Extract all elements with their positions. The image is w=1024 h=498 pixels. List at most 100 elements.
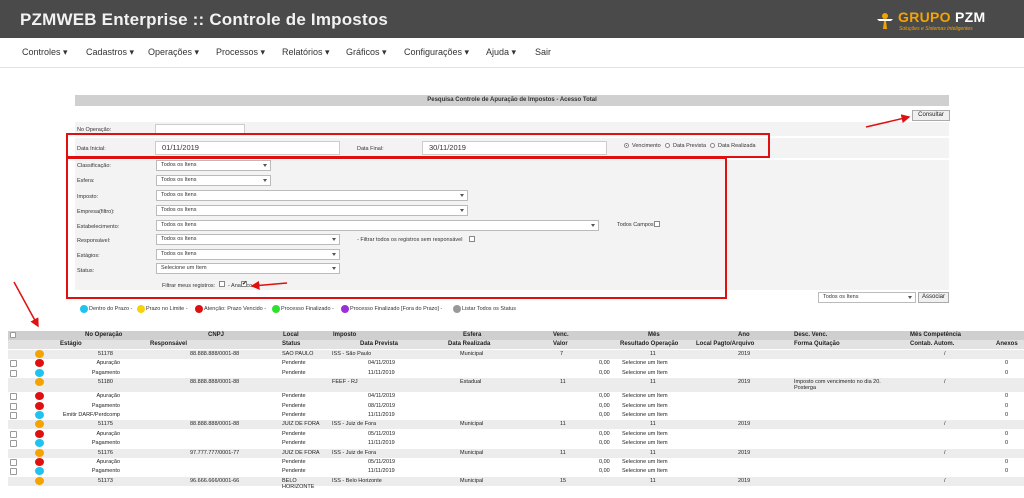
cell-anexos: 0 [1005, 393, 1009, 400]
status-dot [35, 368, 44, 377]
table-row[interactable]: 51176 97.777.777/0001-77 JUIZ DE FORA ISS -… [8, 448, 1024, 458]
expand-icon[interactable] [35, 476, 44, 485]
th-mes-competencia[interactable]: Mês Competência [910, 332, 961, 338]
cell-local: SAO PAULO [282, 351, 314, 357]
cell-resultado: Selecione um Item [622, 402, 668, 409]
th-esfera[interactable]: Esfera [463, 332, 481, 338]
consultar-button[interactable]: Consultar [912, 110, 950, 121]
cell-estagio: Apuração [96, 360, 120, 367]
bottom-select[interactable]: Todos os Itens [818, 292, 916, 303]
table-row[interactable]: Pagamento Pendente 11/11/2019 0,00 Selecione… [8, 439, 1024, 449]
th-imposto[interactable]: Imposto [333, 332, 356, 338]
status-dot [35, 458, 44, 466]
table-header-2: Estágio Responsável Status Data Prevista… [8, 340, 1024, 349]
cell-esfera: Estadual [460, 379, 482, 386]
menu-relatorios[interactable]: Relatórios ▾ [282, 47, 330, 58]
table-row[interactable]: Apuração Pendente 05/11/2019 0,00 Selecione … [8, 429, 1024, 439]
th-contab-autom: Contab. Autom. [910, 341, 955, 347]
menu-ajuda[interactable]: Ajuda ▾ [486, 47, 516, 58]
cell-data-prevista: 11/11/2019 [368, 369, 395, 376]
legend-label[interactable]: Prazo no Limite - [146, 306, 188, 312]
cell-esfera: Municipal [460, 477, 484, 484]
expand-icon[interactable] [35, 420, 44, 429]
menu-operacoes[interactable]: Operações ▾ [148, 47, 199, 58]
cell-status: Pendente [282, 459, 306, 465]
cell-data-prevista: 05/11/2019 [368, 430, 396, 437]
cell-anexos: 0 [1005, 440, 1009, 447]
cell-imposto: ISS - Juiz de Fora [332, 421, 377, 428]
cell-resultado: Selecione um Item [622, 412, 668, 418]
cell-status: Pendente [282, 468, 306, 475]
th-local[interactable]: Local [283, 332, 299, 338]
cell-anexos: 0 [1005, 430, 1009, 437]
table-row[interactable]: Pagamento Pendente 11/11/2019 0,00 Selecione… [8, 467, 1024, 477]
row-checkbox[interactable] [10, 459, 17, 466]
expand-icon[interactable] [35, 350, 44, 358]
cell-status: Pendente [282, 440, 306, 447]
highlight-dates [66, 133, 770, 158]
row-checkbox[interactable] [10, 360, 17, 368]
row-checkbox[interactable] [10, 412, 17, 419]
logo-icon [877, 13, 893, 29]
menu-configuracoes[interactable]: Configurações ▾ [404, 47, 469, 58]
cell-data-prevista: 05/11/2019 [368, 459, 396, 465]
table-row[interactable]: Pagamento Pendente 11/11/2019 0,00 Selecione… [8, 368, 1024, 378]
row-checkbox[interactable] [10, 468, 17, 476]
menu-processos[interactable]: Processos ▾ [216, 47, 265, 58]
cell-status: Pendente [282, 360, 306, 367]
logo-brand: PZM [955, 9, 986, 25]
table-row[interactable]: 51173 96.666.666/0001-66 BELO HORIZONTE ISS… [8, 476, 1024, 490]
table-row[interactable]: Apuração Pendente 05/11/2019 0,00 Selecione … [8, 458, 1024, 467]
row-checkbox[interactable] [10, 402, 17, 410]
cell-no-operacao: 51173 [98, 477, 113, 484]
legend-label[interactable]: Listar Todos os Status [462, 306, 516, 312]
th-no-operacao[interactable]: No Operação [85, 332, 122, 338]
select-all-checkbox[interactable] [10, 332, 16, 338]
menu-controles[interactable]: Controles ▾ [22, 47, 68, 58]
legend-label[interactable]: Atenção: Prazo Vencido - [204, 306, 266, 312]
table-row[interactable]: 51180 88.888.888/0001-88 FEEF - RJ Estadual… [8, 378, 1024, 393]
menu-cadastros[interactable]: Cadastros ▾ [86, 47, 134, 58]
legend-label[interactable]: Processo Finalizado [Fora do Prazo] - [350, 306, 442, 312]
menu-graficos[interactable]: Gráficos ▾ [346, 47, 387, 58]
th-cnpj[interactable]: CNPJ [208, 332, 224, 338]
table-row[interactable]: Emitir DARF/Perdcomp Pendente 11/11/2019 0,… [8, 411, 1024, 420]
th-status: Status [282, 341, 301, 347]
row-checkbox[interactable] [10, 430, 17, 438]
legend-label[interactable]: Dentro do Prazo - [89, 306, 132, 312]
cell-mes-competencia: / [944, 477, 946, 484]
status-dot [35, 411, 44, 419]
th-ano[interactable]: Ano [738, 332, 750, 338]
cell-valor: 0,00 [599, 468, 610, 475]
main-menu: Controles ▾ Cadastros ▾ Operações ▾ Proc… [0, 38, 1024, 68]
table-row[interactable]: Apuração Pendente 04/11/2019 0,00 Selecione … [8, 359, 1024, 369]
th-desc-venc[interactable]: Desc. Venc. [794, 332, 827, 338]
th-responsavel: Responsável [150, 341, 188, 347]
table-row[interactable]: Apuração Pendente 04/11/2019 0,00 Selecione … [8, 392, 1024, 402]
th-mes[interactable]: Mês [648, 332, 660, 338]
associar-button[interactable]: Associar [918, 292, 949, 303]
row-checkbox[interactable] [10, 440, 17, 448]
table-row[interactable]: 51178 88.888.888/0001-88 SAO PAULO ISS - Sã… [8, 350, 1024, 359]
cell-resultado: Selecione um Item [622, 360, 668, 367]
table-row[interactable]: 51175 88.888.888/0001-88 JUIZ DE FORA ISS -… [8, 420, 1024, 430]
logo-main: GRUPO [898, 9, 951, 25]
cell-anexos: 0 [1005, 468, 1009, 475]
cell-valor: 0,00 [599, 412, 610, 418]
row-checkbox[interactable] [10, 369, 17, 377]
expand-icon[interactable] [35, 448, 44, 457]
th-venc[interactable]: Venc. [553, 332, 569, 338]
arrow-table [13, 281, 39, 328]
legend-label[interactable]: Processo Finalizado - [281, 306, 334, 312]
cell-resultado: Selecione um Item [622, 369, 668, 376]
table-row[interactable]: Pagamento Pendente 08/11/2019 0,00 Selecione… [8, 401, 1024, 411]
th-data-realizada: Data Realizada [448, 341, 491, 347]
company-logo: GRUPO PZM Soluções e Sistemas Inteligent… [875, 8, 1020, 34]
cell-estagio: Pagamento [91, 369, 120, 376]
cell-data-prevista: 04/11/2019 [368, 360, 396, 367]
row-checkbox[interactable] [10, 393, 17, 401]
cell-estagio: Pagamento [91, 440, 120, 447]
expand-icon[interactable] [35, 378, 44, 387]
menu-sair[interactable]: Sair [535, 47, 551, 57]
cell-data-prevista: 04/11/2019 [368, 393, 396, 400]
